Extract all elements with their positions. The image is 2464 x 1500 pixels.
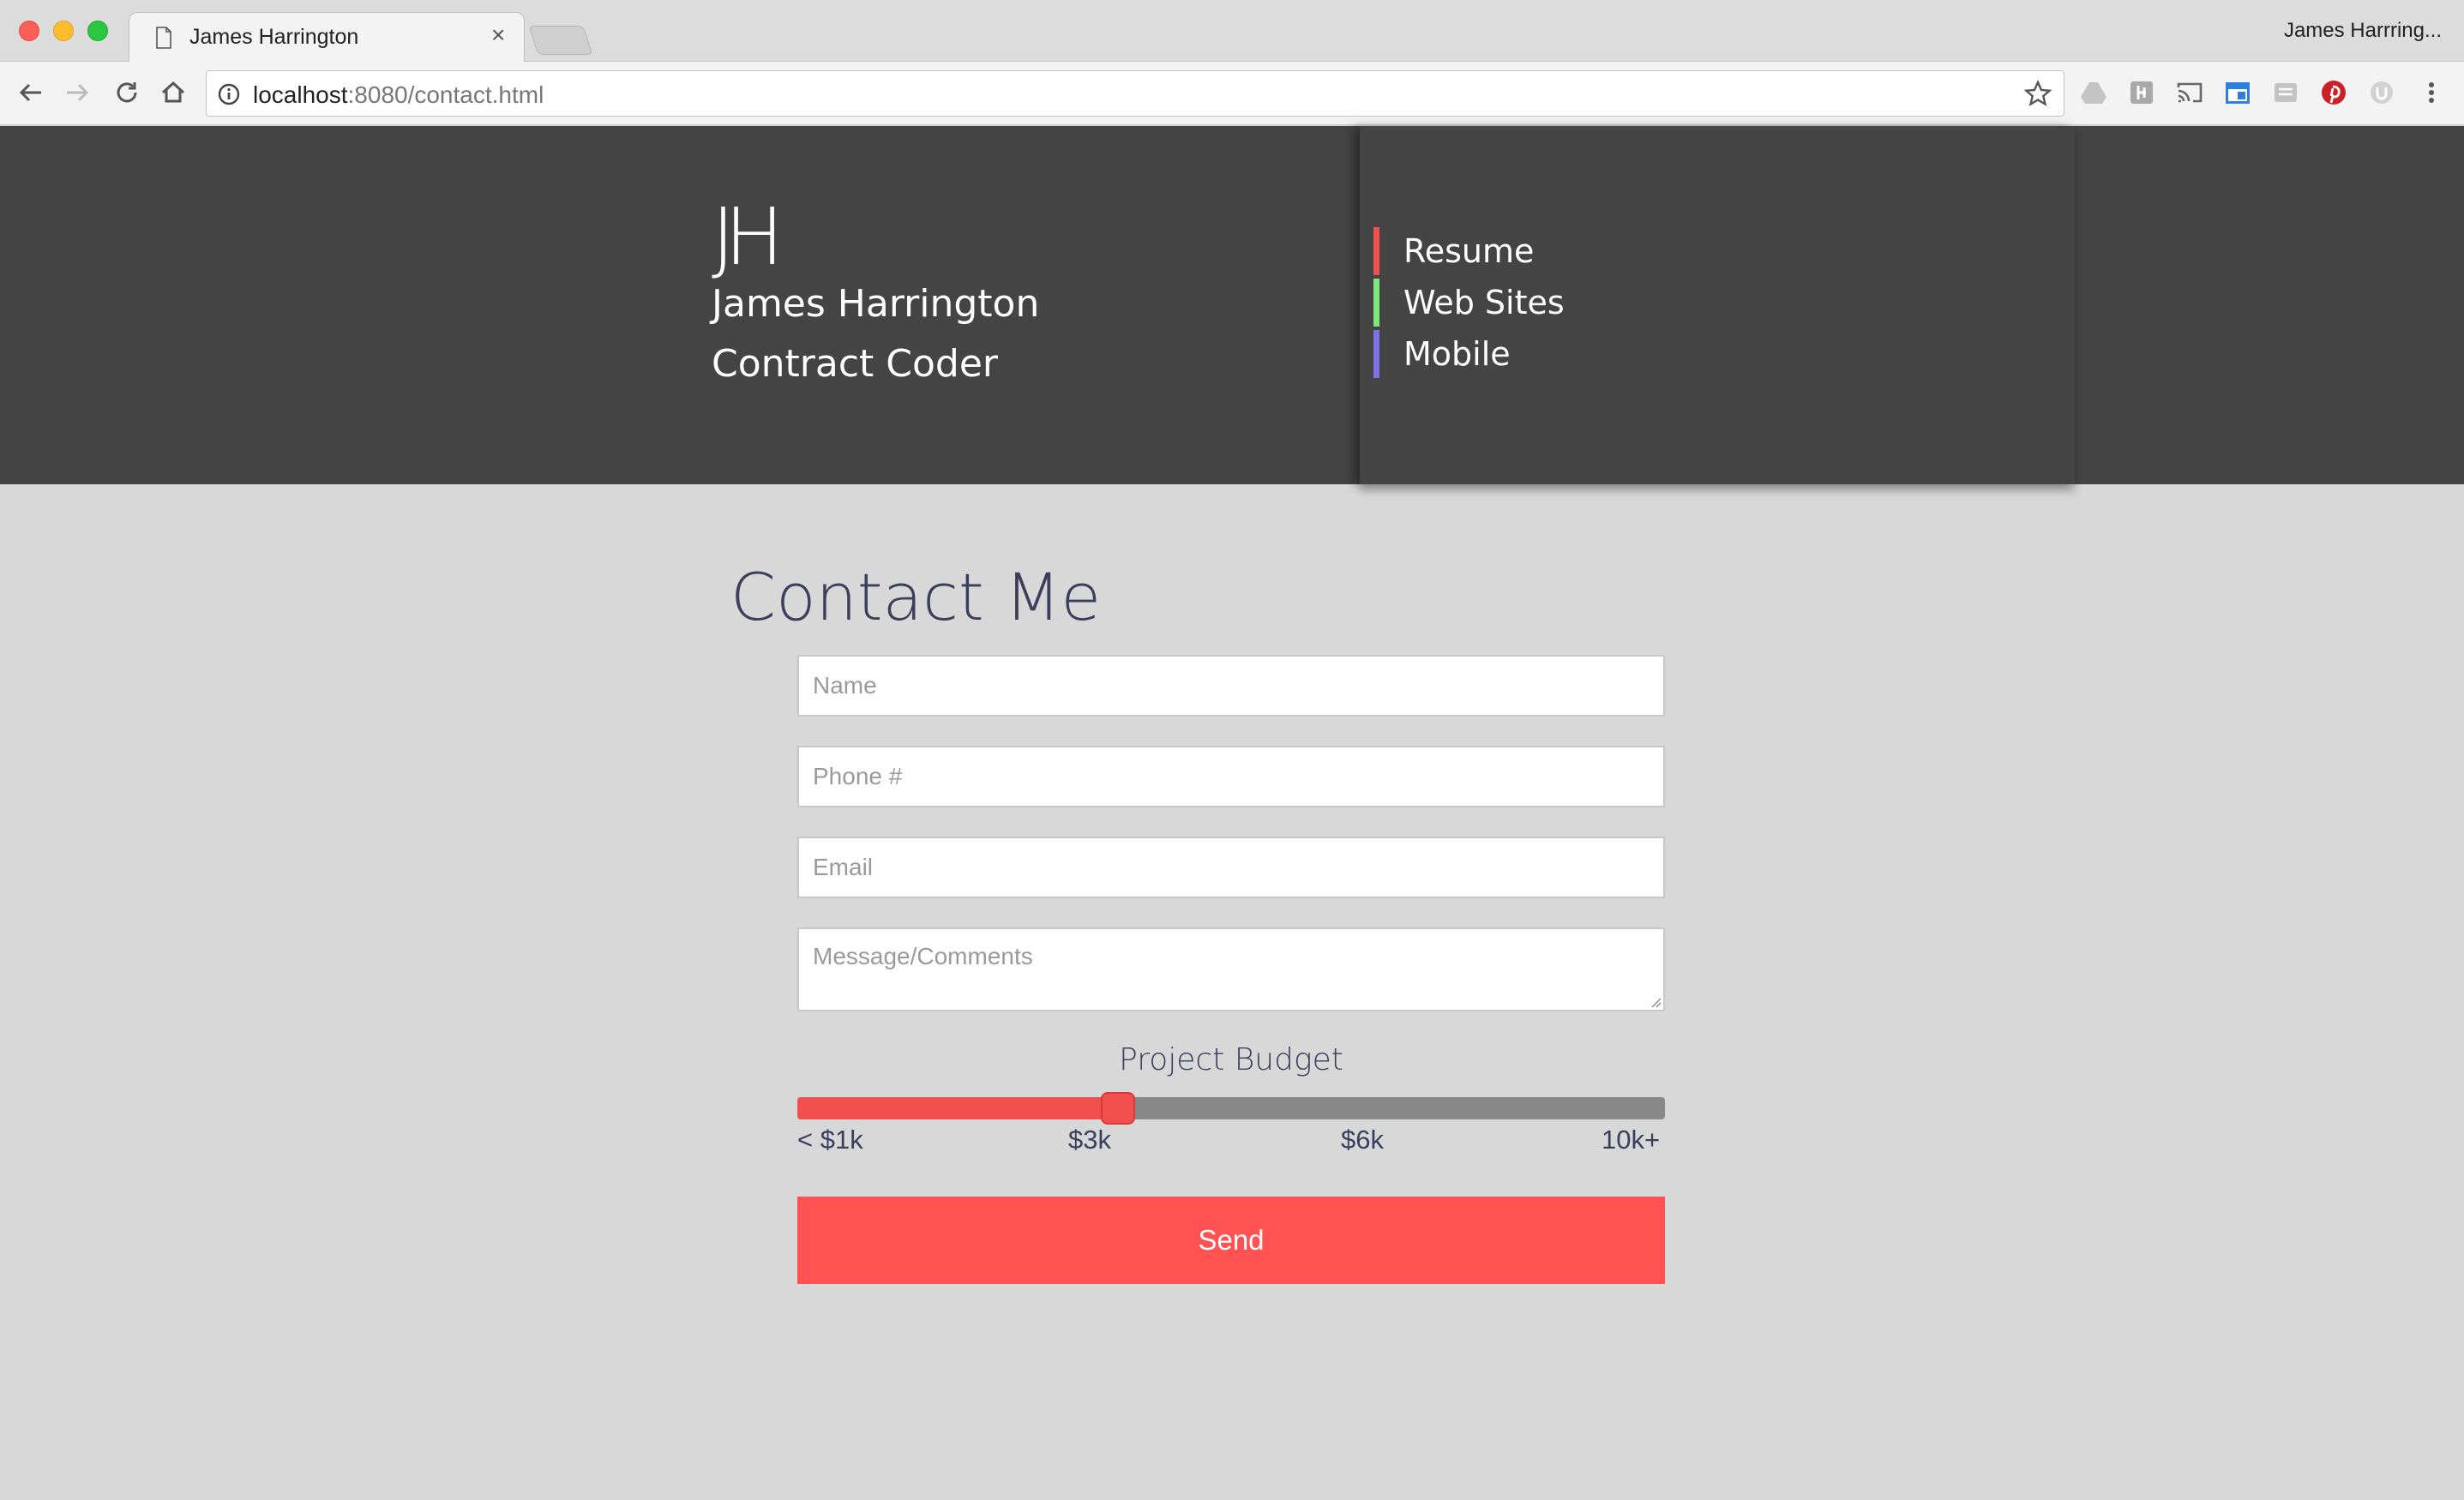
forward-icon[interactable] xyxy=(62,77,93,108)
site-owner-name: James Harrington xyxy=(712,282,1040,326)
site-owner-role: Contract Coder xyxy=(712,342,998,386)
resize-grip-icon[interactable] xyxy=(1650,996,1662,1008)
tab-title: James Harrington xyxy=(189,25,359,49)
budget-slider-thumb[interactable] xyxy=(1101,1092,1136,1125)
new-tab-button[interactable] xyxy=(528,26,593,55)
cast-icon[interactable] xyxy=(2176,79,2203,106)
url-host: localhost xyxy=(253,81,348,108)
phone-field[interactable] xyxy=(797,746,1665,807)
budget-tick-label: < $1k xyxy=(797,1125,863,1155)
ublock-icon[interactable] xyxy=(2368,79,2395,106)
bookmark-star-icon[interactable] xyxy=(2024,80,2052,107)
profile-name[interactable]: James Harrring... xyxy=(2284,19,2442,43)
page-icon xyxy=(156,27,171,49)
email-field[interactable] xyxy=(797,837,1665,898)
reader-icon[interactable] xyxy=(2272,79,2299,106)
reload-icon[interactable] xyxy=(111,77,142,108)
tab-close-icon[interactable]: × xyxy=(491,21,505,49)
name-field[interactable] xyxy=(797,655,1665,717)
home-icon[interactable] xyxy=(158,77,189,108)
budget-slider-fill xyxy=(797,1097,1119,1119)
nav-item-resume[interactable]: Resume xyxy=(1373,227,1534,275)
browser-tab[interactable]: James Harrington × xyxy=(129,12,525,62)
budget-label: Project Budget xyxy=(1119,1042,1343,1077)
nav-item-mobile[interactable]: Mobile xyxy=(1373,330,1511,378)
minimize-window-button[interactable] xyxy=(53,21,74,41)
send-button[interactable]: Send xyxy=(797,1197,1665,1284)
budget-slider[interactable] xyxy=(797,1092,1665,1125)
pinterest-icon[interactable] xyxy=(2320,79,2347,106)
menu-dots-icon[interactable] xyxy=(2418,79,2445,106)
close-window-button[interactable] xyxy=(19,21,39,41)
extension-icon[interactable] xyxy=(2128,79,2155,106)
site-header: JH James Harrington Contract Coder Resum… xyxy=(0,126,2464,484)
url-text: localhost:8080/contact.html xyxy=(253,81,544,109)
back-icon[interactable] xyxy=(15,77,46,108)
budget-tick-label: $3k xyxy=(1068,1125,1111,1155)
browser-tab-bar: James Harrington × James Harrring... xyxy=(0,0,2464,62)
message-field[interactable] xyxy=(797,927,1665,1011)
address-bar[interactable]: localhost:8080/contact.html xyxy=(206,70,2064,117)
budget-tick-label: $6k xyxy=(1341,1125,1384,1155)
page-title: Contact Me xyxy=(730,559,1102,635)
browser-toolbar: localhost:8080/contact.html xyxy=(0,62,2464,125)
main-nav: Resume Web Sites Mobile xyxy=(1360,126,2075,484)
maximize-window-button[interactable] xyxy=(87,21,108,41)
calendar-icon[interactable] xyxy=(2224,79,2251,106)
logo-monogram[interactable]: JH xyxy=(712,198,784,277)
nav-item-web-sites[interactable]: Web Sites xyxy=(1373,279,1565,327)
drive-icon[interactable] xyxy=(2080,79,2107,106)
info-icon[interactable] xyxy=(217,82,241,106)
url-path: :8080/contact.html xyxy=(347,81,544,108)
budget-tick-label: 10k+ xyxy=(1602,1125,1661,1155)
